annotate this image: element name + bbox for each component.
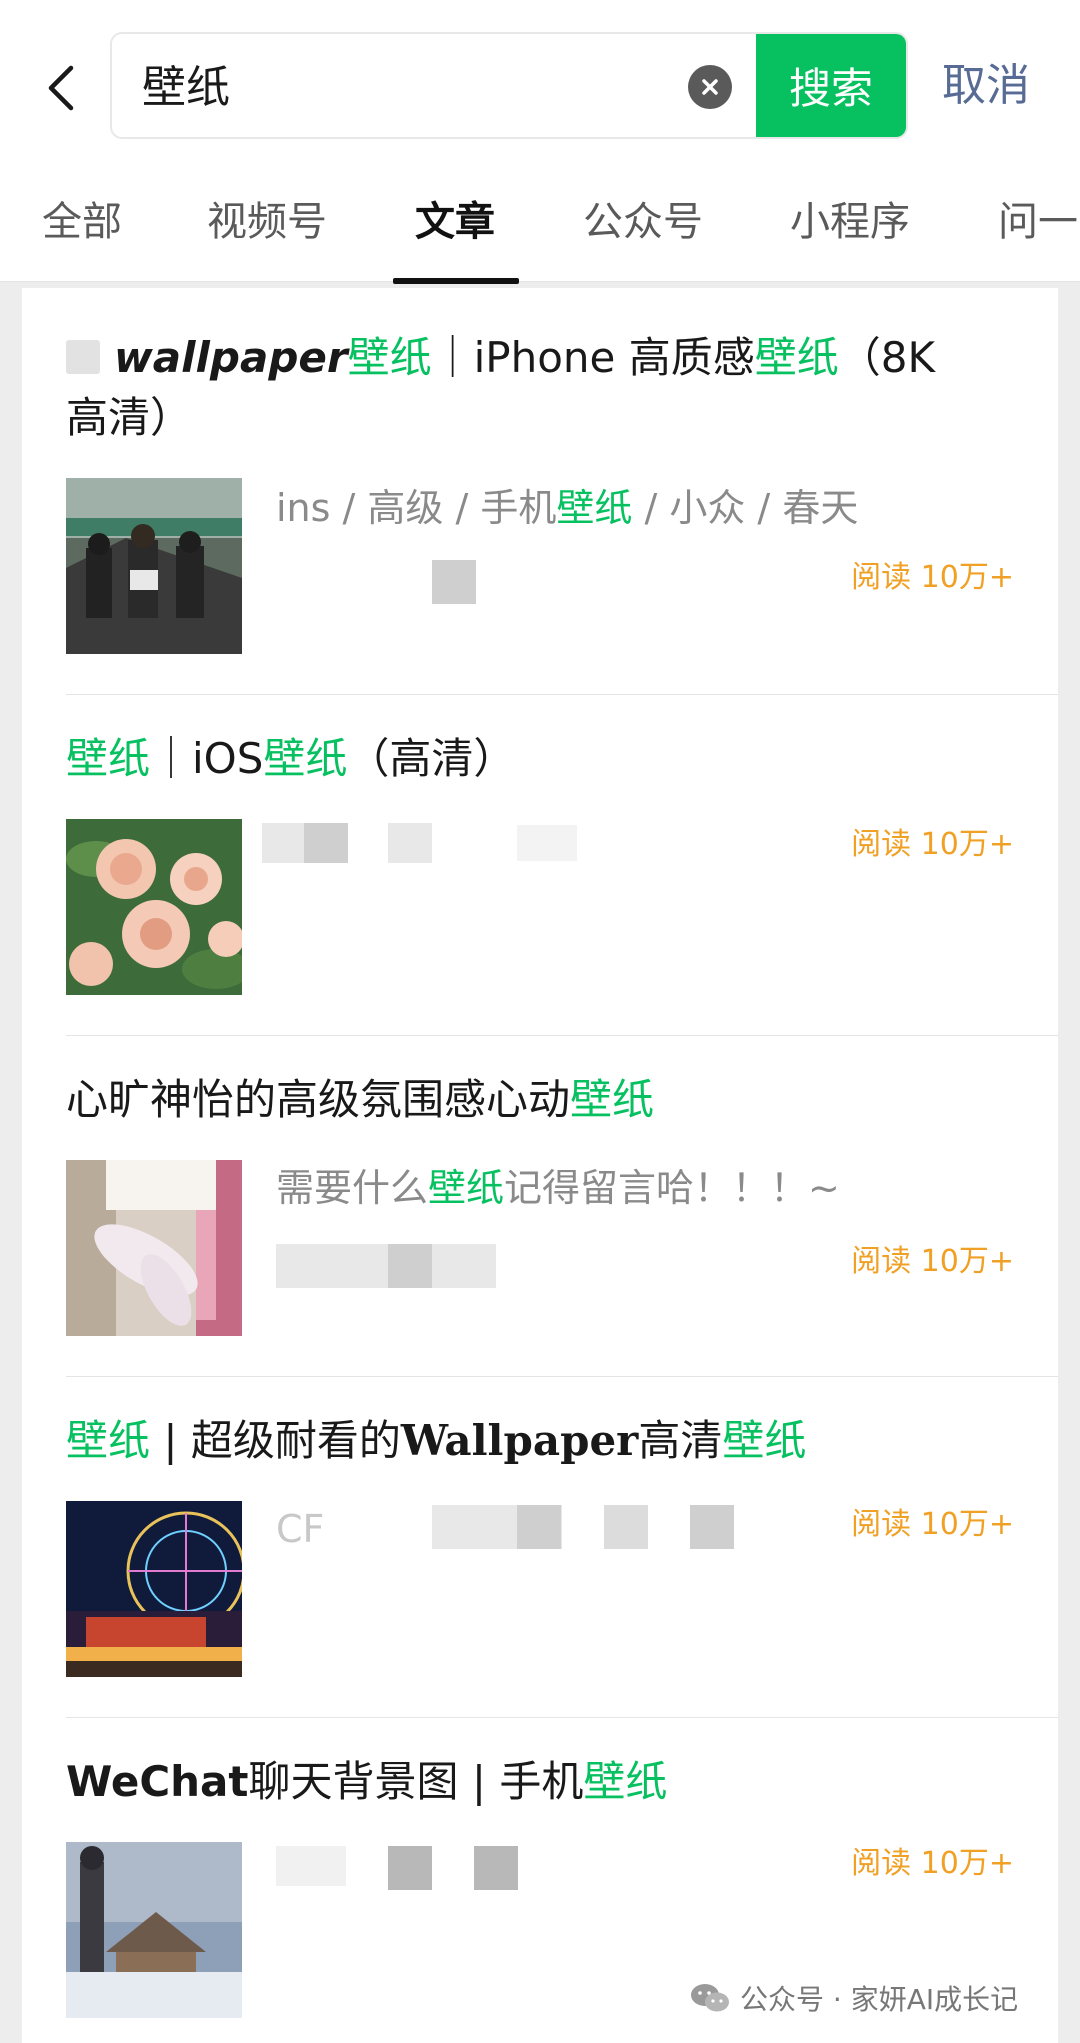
article-thumbnail[interactable] xyxy=(66,1160,242,1336)
read-count: 阅读 10万+ xyxy=(851,560,1014,595)
article-title[interactable]: 壁纸 | 超级耐看的Wallpaper高清壁纸 xyxy=(66,1411,1006,1471)
redacted-block xyxy=(517,825,577,861)
tab-channels[interactable]: 视频号 xyxy=(207,192,327,252)
article-thumbnail[interactable] xyxy=(66,1842,242,2018)
tab-official-accounts[interactable]: 公众号 xyxy=(583,192,703,252)
redacted-block xyxy=(604,1505,648,1549)
list-item[interactable]: 壁纸 | 超级耐看的Wallpaper高清壁纸 CF 阅读 10万+ xyxy=(22,1377,1058,1718)
list-item[interactable]: 壁纸｜iOS壁纸（高清） 阅读 10万+ xyxy=(22,695,1058,1036)
article-title[interactable]: wallpaper壁纸｜iPhone 高质感壁纸（8K 高清） xyxy=(66,328,1006,448)
category-tabs: 全部 视频号 文章 公众号 小程序 问一 xyxy=(0,178,1080,284)
tab-all[interactable]: 全部 xyxy=(42,192,122,252)
search-input[interactable]: 壁纸 搜索 xyxy=(110,32,908,139)
tab-ask[interactable]: 问一 xyxy=(998,192,1078,252)
redacted-block xyxy=(690,1505,734,1549)
article-thumbnail[interactable] xyxy=(66,478,242,654)
redacted-block xyxy=(474,1846,518,1890)
read-count: 阅读 10万+ xyxy=(851,1244,1014,1279)
thumbnail-image xyxy=(66,1842,242,2018)
cancel-button[interactable]: 取消 xyxy=(942,58,1030,114)
chevron-left-icon xyxy=(48,65,74,111)
active-tab-indicator xyxy=(393,278,519,284)
redacted-block xyxy=(388,1244,432,1288)
thumbnail-image xyxy=(66,1160,242,1336)
redacted-block xyxy=(388,823,432,863)
thumbnail-image xyxy=(66,819,242,995)
tab-articles[interactable]: 文章 xyxy=(415,192,495,252)
redacted-block xyxy=(517,1505,561,1549)
search-button[interactable]: 搜索 xyxy=(756,34,906,137)
watermark: 公众号 · 家妍AI成长记 xyxy=(690,1978,1018,2018)
redacted-block xyxy=(276,1244,496,1288)
redacted-block xyxy=(304,823,348,863)
article-title[interactable]: WeChat聊天背景图 | 手机壁纸 xyxy=(66,1752,1006,1812)
article-desc: CF xyxy=(276,1507,325,1551)
clear-button[interactable] xyxy=(688,65,732,109)
read-count: 阅读 10万+ xyxy=(851,1507,1014,1542)
tab-mini-programs[interactable]: 小程序 xyxy=(790,192,910,252)
search-query[interactable]: 壁纸 xyxy=(142,60,230,116)
list-item[interactable]: 心旷神怡的高级氛围感心动壁纸 需要什么壁纸记得留言哈！！！~ 阅读 10万+ xyxy=(22,1036,1058,1377)
article-title[interactable]: 心旷神怡的高级氛围感心动壁纸 xyxy=(66,1070,1006,1130)
placeholder-icon xyxy=(66,340,100,374)
redacted-block xyxy=(388,1846,432,1890)
read-count: 阅读 10万+ xyxy=(851,1846,1014,1881)
article-title[interactable]: 壁纸｜iOS壁纸（高清） xyxy=(66,729,1006,789)
list-item[interactable]: wallpaper壁纸｜iPhone 高质感壁纸（8K 高清） ins / 高级 … xyxy=(22,288,1058,695)
results-list: wallpaper壁纸｜iPhone 高质感壁纸（8K 高清） ins / 高级 … xyxy=(22,288,1058,2043)
watermark-text: 公众号 · 家妍AI成长记 xyxy=(740,1983,1019,2016)
article-thumbnail[interactable] xyxy=(66,1501,242,1677)
thumbnail-image xyxy=(66,1501,242,1677)
article-desc: 需要什么壁纸记得留言哈！！！~ xyxy=(276,1166,840,1210)
wechat-icon xyxy=(691,1984,729,2012)
article-desc: ins / 高级 / 手机壁纸 / 小众 / 春天 xyxy=(276,486,859,530)
close-icon xyxy=(702,79,718,95)
search-header: 壁纸 搜索 取消 全部 视频号 文章 公众号 小程序 问一 xyxy=(0,0,1080,284)
article-thumbnail[interactable] xyxy=(66,819,242,995)
redacted-block xyxy=(276,1846,346,1886)
back-button[interactable] xyxy=(38,58,82,118)
redacted-block xyxy=(432,560,476,604)
thumbnail-image xyxy=(66,478,242,654)
read-count: 阅读 10万+ xyxy=(851,827,1014,862)
